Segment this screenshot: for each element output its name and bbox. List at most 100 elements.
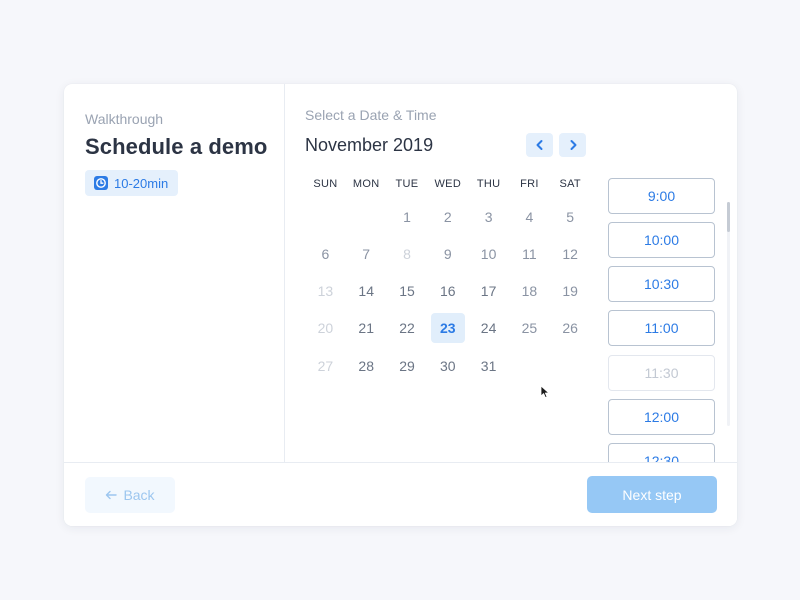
chevron-left-icon	[536, 140, 542, 150]
calendar-day-number: 7	[362, 246, 371, 262]
calendar-empty-cell	[509, 351, 550, 381]
time-slot[interactable]: 12:00	[608, 399, 715, 435]
footer-bar: Back Next step	[64, 462, 737, 526]
calendar-day-number: 25	[521, 320, 538, 336]
calendar-day-number: 14	[358, 283, 374, 299]
weekday-label: WED	[434, 178, 462, 190]
calendar-day-number: 5	[566, 209, 575, 225]
calendar-day[interactable]: 28	[346, 351, 387, 381]
calendar-week-row: 27 28 29 30 31	[305, 351, 591, 381]
weekday-label: SAT	[559, 178, 581, 190]
calendar-day-number: 2	[443, 209, 452, 225]
weekday-label: SUN	[313, 178, 338, 190]
calendar-day-number: 10	[480, 246, 497, 262]
mouse-cursor-icon	[540, 385, 550, 398]
weekday-label: FRI	[520, 178, 539, 190]
calendar-day-number: 1	[403, 209, 411, 225]
calendar-day[interactable]: 30	[427, 351, 468, 381]
arrow-left-icon	[106, 490, 118, 500]
clock-icon	[94, 176, 108, 190]
time-list-scrollbar-thumb[interactable]	[727, 202, 730, 232]
calendar-day[interactable]: 5	[550, 202, 591, 232]
calendar-day-number: 30	[440, 358, 456, 374]
calendar-day: 8	[387, 239, 428, 269]
calendar-day-number: 20	[317, 320, 334, 336]
calendar-day-number: 17	[480, 283, 497, 299]
calendar-day-number: 15	[399, 283, 415, 299]
weekday-label: TUE	[395, 178, 419, 190]
calendar-day-number: 28	[358, 358, 374, 374]
calendar-day: 20	[305, 313, 346, 343]
calendar-empty-cell	[346, 202, 387, 232]
calendar-day[interactable]: 24	[468, 313, 509, 343]
time-slot-list: 9:00 10:00 10:30 11:00 11:30 12:00 12:30	[608, 178, 717, 462]
time-slot[interactable]: 10:30	[608, 266, 715, 302]
calendar-day-number: 12	[562, 246, 578, 262]
weekday-header: SUN MON TUE WED THU FRI SAT	[305, 178, 591, 190]
calendar-day-selected[interactable]: 23	[427, 313, 468, 343]
calendar-day[interactable]: 15	[387, 276, 428, 306]
calendar-day-number: 4	[525, 209, 534, 225]
calendar-day: 27	[305, 351, 346, 381]
time-slot[interactable]: 12:30	[608, 443, 715, 462]
calendar-day[interactable]: 9	[427, 239, 468, 269]
calendar-day-number: 23	[430, 313, 465, 343]
calendar-day[interactable]: 25	[509, 313, 550, 343]
details-pane: Walkthrough Schedule a demo 10-20min	[64, 84, 285, 462]
calendar-day-number: 9	[443, 246, 452, 262]
calendar-day[interactable]: 19	[550, 276, 591, 306]
calendar-day[interactable]: 4	[509, 202, 550, 232]
calendar-day[interactable]: 29	[387, 351, 428, 381]
calendar-day-number: 18	[521, 283, 538, 299]
section-label: Select a Date & Time	[305, 107, 437, 123]
calendar-day-number: 13	[317, 283, 334, 299]
calendar-day[interactable]: 26	[550, 313, 591, 343]
calendar-day[interactable]: 14	[346, 276, 387, 306]
chevron-right-icon	[570, 140, 576, 150]
time-slot[interactable]: 11:00	[608, 310, 715, 346]
calendar-day-number: 6	[321, 246, 330, 262]
calendar-empty-cell	[550, 351, 591, 381]
calendar-day[interactable]: 3	[468, 202, 509, 232]
time-slot[interactable]: 9:00	[608, 178, 715, 214]
time-slot: 11:30	[608, 355, 715, 391]
next-step-button[interactable]: Next step	[587, 476, 717, 513]
calendar-week-row: 1 2 3 4 5	[305, 202, 591, 232]
calendar-day[interactable]: 7	[346, 239, 387, 269]
calendar-day[interactable]: 12	[550, 239, 591, 269]
calendar-day-number: 16	[440, 283, 456, 299]
time-slot[interactable]: 10:00	[608, 222, 715, 258]
calendar-day-number: 29	[399, 358, 415, 374]
prev-month-button[interactable]	[526, 133, 553, 157]
calendar-day[interactable]: 31	[468, 351, 509, 381]
calendar-day[interactable]: 17	[468, 276, 509, 306]
calendar-day-number: 3	[484, 209, 493, 225]
calendar-day: 13	[305, 276, 346, 306]
calendar-day[interactable]: 21	[346, 313, 387, 343]
weekday-label: THU	[476, 178, 501, 190]
time-list-scrollbar-track[interactable]	[727, 202, 730, 426]
calendar-day[interactable]: 11	[509, 239, 550, 269]
eyebrow-label: Walkthrough	[85, 111, 164, 127]
calendar-day[interactable]: 18	[509, 276, 550, 306]
calendar-day[interactable]: 6	[305, 239, 346, 269]
calendar-day[interactable]: 22	[387, 313, 428, 343]
calendar-day-number: 19	[562, 283, 578, 299]
scheduler-card: Walkthrough Schedule a demo 10-20min Sel…	[64, 84, 737, 526]
calendar-day-number: 26	[562, 320, 578, 336]
calendar-day-number: 31	[480, 358, 497, 374]
calendar-day-number: 24	[480, 320, 497, 336]
calendar-empty-cell	[305, 202, 346, 232]
weekday-label: MON	[352, 178, 380, 190]
back-button-label: Back	[123, 487, 155, 503]
calendar-day[interactable]: 10	[468, 239, 509, 269]
calendar-day-number: 8	[403, 246, 411, 262]
next-month-button[interactable]	[559, 133, 586, 157]
calendar-day[interactable]: 2	[427, 202, 468, 232]
calendar-day[interactable]: 1	[387, 202, 428, 232]
back-button[interactable]: Back	[85, 477, 175, 513]
calendar-day[interactable]: 16	[427, 276, 468, 306]
calendar-day-number: 27	[317, 358, 334, 374]
calendar-day-number: 22	[399, 320, 415, 336]
month-label: November 2019	[305, 135, 434, 155]
